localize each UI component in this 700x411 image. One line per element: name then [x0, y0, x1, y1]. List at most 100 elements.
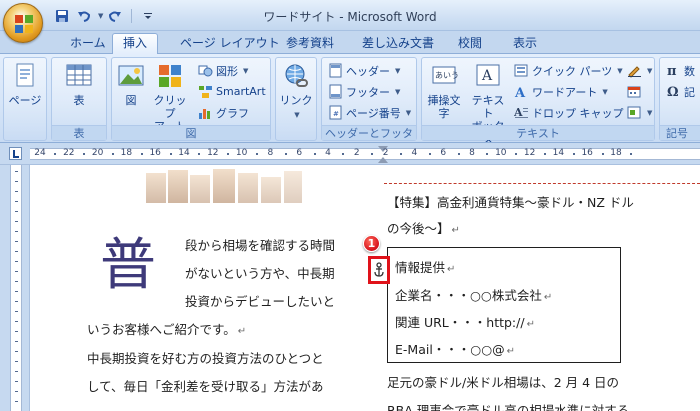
- group-links: リンク ▼: [275, 57, 317, 141]
- paragraph-mark-icon: ↵: [543, 292, 553, 303]
- body-text-line: して、毎日「金利差を受け取る」方法があ: [87, 379, 324, 394]
- tab-references[interactable]: 参考資料: [276, 34, 344, 53]
- ribbon-tabs: ホーム 挿入 ページ レイアウト 参考資料 差し込み文書 校閲 表示: [0, 31, 700, 54]
- horizontal-ruler[interactable]: 24 22 20 18 16 14 12 10 8 6 4 2 2 4 6 8 10 12 14 16 18: [0, 143, 700, 165]
- links-label: リンク: [279, 94, 313, 107]
- ruler-tick: [15, 251, 18, 252]
- pages-label: ページ: [8, 94, 42, 107]
- ruler-tick: [428, 153, 431, 155]
- smartart-button[interactable]: SmartArt: [198, 83, 266, 100]
- chevron-down-icon: ▼: [647, 66, 653, 75]
- ruler-tick: [15, 361, 18, 362]
- group-table: 表 表: [51, 57, 107, 141]
- ruler-number: 6: [440, 148, 447, 158]
- vertical-ruler-track[interactable]: [10, 165, 22, 411]
- shapes-button[interactable]: 図形 ▼: [198, 62, 248, 79]
- textbox-icon: A: [473, 61, 503, 91]
- quick-parts-button[interactable]: クイック パーツ ▼: [514, 62, 623, 79]
- ruler-tick: [54, 153, 57, 155]
- ruler-number: 14: [178, 148, 190, 158]
- page-number-button[interactable]: # ページ番号 ▼: [328, 104, 411, 121]
- drop-cap-button[interactable]: A ドロップ キャップ▼: [513, 104, 634, 121]
- clipart-button[interactable]: クリップ アート: [150, 61, 190, 133]
- paragraph-mark-icon: ↵: [237, 326, 247, 337]
- quick-parts-icon: [514, 63, 529, 78]
- ruler-tick: [544, 153, 546, 155]
- signature-line-button[interactable]: ▼: [627, 62, 652, 79]
- office-button[interactable]: [3, 3, 43, 43]
- ruler-number: 22: [63, 148, 75, 158]
- tab-review[interactable]: 校閲: [448, 34, 492, 53]
- tab-insert[interactable]: 挿入: [112, 33, 159, 54]
- footer-button[interactable]: フッター ▼: [328, 83, 400, 100]
- picture-button[interactable]: 図: [116, 61, 146, 107]
- ruler-tick: [227, 153, 230, 155]
- ruler-tick: [15, 211, 18, 212]
- tab-mailings[interactable]: 差し込み文書: [352, 34, 444, 53]
- text-box[interactable]: 情報提供 ↵ 企業名・・・○○株式会社 ↵ 関連 URL・・・http://↵ E-…: [387, 247, 621, 363]
- svg-text:あいう: あいう: [435, 71, 459, 80]
- chevron-down-icon: ▼: [243, 66, 249, 75]
- pen-icon: [627, 63, 642, 78]
- group-label-illustrations: 図: [112, 125, 270, 140]
- object-button[interactable]: ▼: [627, 104, 652, 121]
- equation-button[interactable]: π 数: [666, 62, 695, 79]
- ruler-tick: [342, 153, 345, 155]
- date-time-button[interactable]: [627, 83, 642, 100]
- anchor-highlight[interactable]: [368, 256, 390, 284]
- header-button[interactable]: ヘッダー ▼: [328, 62, 400, 79]
- ruler-tick: [140, 153, 143, 155]
- ruler-tick: [15, 221, 18, 222]
- ruler-tick: [15, 391, 18, 392]
- ruler-track[interactable]: 24 22 20 18 16 14 12 10 8 6 4 2 2 4 6 8 10 12 14 16 18: [30, 146, 700, 163]
- section-divider: [384, 183, 700, 184]
- ruler-tick: [15, 401, 18, 402]
- ruler-number: 12: [207, 148, 219, 158]
- vertical-ruler[interactable]: [0, 165, 30, 411]
- table-button[interactable]: 表: [62, 61, 96, 107]
- callout-number-badge: 1: [363, 235, 380, 252]
- tab-page-layout[interactable]: ページ レイアウト: [170, 34, 290, 53]
- textbox-line: E-Mail・・・○○@: [395, 342, 505, 357]
- group-label-symbols: 記号: [660, 125, 700, 140]
- ruler-number: 18: [610, 148, 622, 158]
- chart-label: グラフ: [216, 106, 249, 120]
- paragraph-mark-icon: ↵: [447, 264, 456, 275]
- wordart-button[interactable]: A ワードアート ▼: [514, 83, 608, 102]
- tab-selector-icon[interactable]: [9, 147, 22, 160]
- footer-label: フッター: [346, 85, 390, 99]
- ruler-tick: [169, 153, 172, 155]
- ruler-tick: [15, 301, 18, 302]
- tab-view[interactable]: 表示: [503, 34, 547, 53]
- chevron-down-icon: ▼: [294, 111, 300, 119]
- shapes-icon: [198, 63, 213, 78]
- ruler-tick: [601, 153, 604, 155]
- group-illustrations: 図 クリップ アート 図形 ▼ SmartArt グラフ 図: [111, 57, 271, 141]
- tab-home[interactable]: ホーム: [60, 34, 116, 53]
- document-area[interactable]: 普 段から相場を確認する時間 がないという方や、中長期 投資からデビューしたいと…: [30, 165, 700, 411]
- ruler-tick: [112, 153, 114, 155]
- ruler-number: 4: [325, 148, 331, 158]
- ruler-tick: [15, 271, 18, 272]
- insert-text-button[interactable]: あいう 挿操文 字: [424, 61, 464, 120]
- body-text-line: 中長期投資を好む方の投資方法のひとつと: [87, 351, 324, 366]
- group-text: あいう 挿操文 字 A テキスト ボックス クイック パーツ▼ A ワードアート…: [421, 57, 655, 142]
- body-text-line: いうお客様へご紹介です。: [87, 322, 236, 337]
- chevron-down-icon: ▼: [405, 108, 412, 117]
- ruler-tick: [198, 153, 201, 155]
- symbol-button[interactable]: Ω 記: [666, 83, 695, 100]
- svg-text:π: π: [667, 64, 677, 78]
- drop-cap-icon: A: [513, 105, 529, 120]
- shapes-label: 図形: [216, 64, 238, 78]
- ruler-number: 8: [267, 148, 274, 158]
- ruler-tick: [256, 153, 258, 155]
- office-logo-icon: [15, 15, 33, 33]
- links-button[interactable]: リンク ▼: [278, 61, 314, 122]
- heading-line: 【特集】高金利通貨特集～豪ドル・NZ ドル: [387, 195, 634, 210]
- window-title: ワードサイト - Microsoft Word: [263, 10, 437, 24]
- pages-button[interactable]: ページ: [8, 61, 42, 107]
- ruler-tick: [15, 341, 18, 342]
- smartart-icon: [198, 84, 213, 99]
- ruler-tick: [15, 291, 18, 292]
- chart-button[interactable]: グラフ: [198, 104, 249, 121]
